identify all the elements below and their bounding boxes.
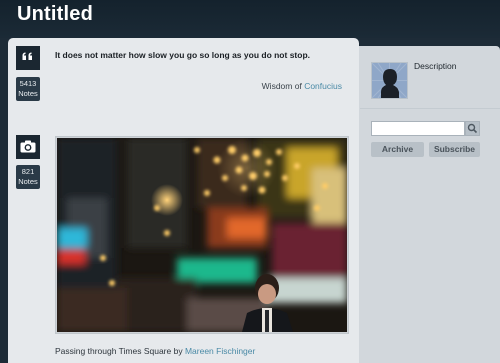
sidebar-divider [360, 108, 500, 109]
notes-number: 821 [21, 167, 35, 176]
photo-caption: Passing through Times Square by Mareen F… [55, 346, 255, 356]
search-icon [467, 123, 478, 134]
blog-header: Untitled [0, 0, 500, 38]
search-input[interactable] [371, 121, 465, 136]
photo-frame [55, 136, 349, 334]
notes-number: 5413 [19, 79, 37, 88]
quote-source-link[interactable]: Confucius [304, 81, 342, 91]
notes-label: Notes [18, 89, 38, 98]
notes-count[interactable]: 5413 Notes [16, 77, 40, 101]
caption-author-link[interactable]: Mareen Fischinger [185, 346, 255, 356]
notes-count[interactable]: 821 Notes [16, 165, 40, 189]
blog-title[interactable]: Untitled [17, 3, 93, 26]
quote-text: It does not matter how slow you go so lo… [55, 50, 310, 60]
times-square-photo[interactable] [57, 138, 347, 332]
subscribe-button[interactable]: Subscribe [429, 142, 480, 157]
quote-icon[interactable] [16, 46, 40, 70]
caption-text: Passing through Times Square by [55, 346, 183, 356]
blog-description: Description [414, 61, 457, 71]
avatar[interactable] [371, 62, 408, 99]
camera-icon[interactable] [16, 135, 40, 159]
posts-column: 5413 Notes It does not matter how slow y… [8, 38, 359, 363]
notes-label: Notes [18, 177, 38, 186]
quote-source: Wisdom of Confucius [262, 81, 342, 91]
search-button[interactable] [465, 121, 480, 136]
archive-button[interactable]: Archive [371, 142, 424, 157]
quote-source-prefix: Wisdom of [261, 81, 302, 91]
